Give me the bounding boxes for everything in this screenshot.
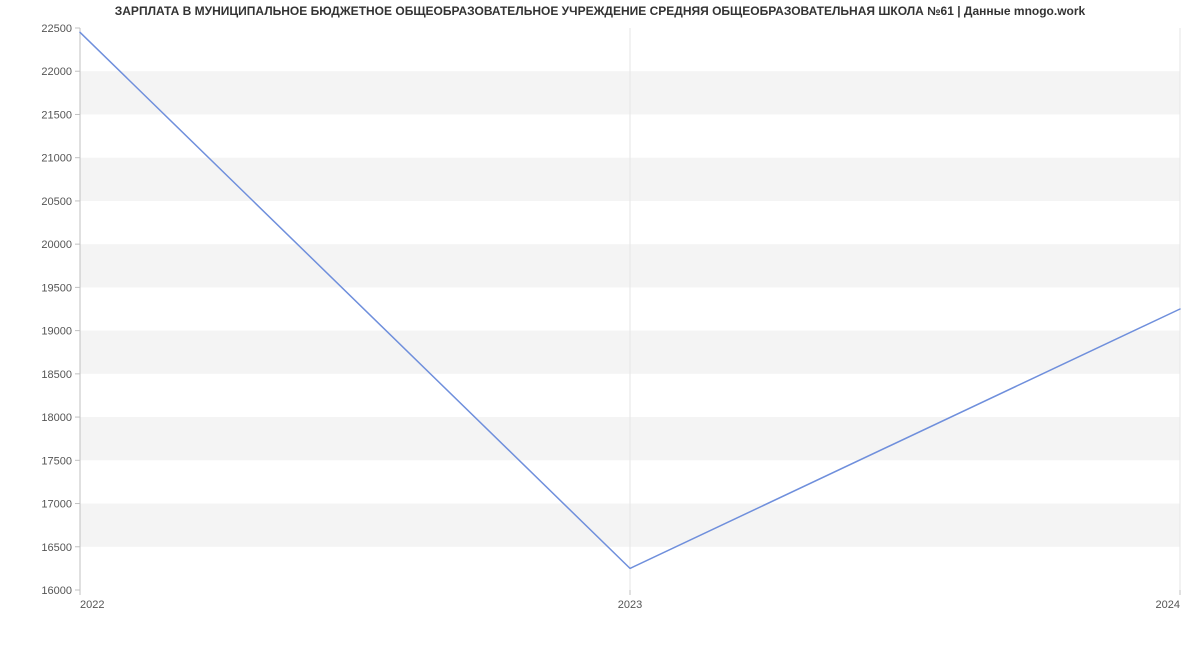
y-tick-label: 19500 [41, 282, 72, 294]
y-tick-label: 22500 [41, 23, 72, 35]
y-tick-label: 20000 [41, 239, 72, 251]
y-tick-label: 22000 [41, 66, 72, 78]
x-tick-label: 2024 [1156, 599, 1180, 611]
chart-svg: 16000 16500 17000 17500 18000 18500 19000 19500… [0, 0, 1200, 650]
y-tick-label: 18000 [41, 412, 72, 424]
y-tick-label: 16500 [41, 542, 72, 554]
x-tick-label: 2023 [618, 599, 642, 611]
y-tick-label: 21000 [41, 153, 72, 165]
y-tick-label: 17500 [41, 455, 72, 467]
y-tick-label: 17000 [41, 499, 72, 511]
y-tick-label: 20500 [41, 196, 72, 208]
y-axis: 16000 16500 17000 17500 18000 18500 19000 19500… [41, 23, 80, 597]
y-tick-label: 21500 [41, 109, 72, 121]
x-tick-label: 2022 [80, 599, 104, 611]
x-axis: 2022 2023 2024 [80, 590, 1180, 611]
y-tick-label: 16000 [41, 585, 72, 597]
chart-container: ЗАРПЛАТА В МУНИЦИПАЛЬНОЕ БЮДЖЕТНОЕ ОБЩЕО… [0, 0, 1200, 650]
y-tick-label: 18500 [41, 369, 72, 381]
y-tick-label: 19000 [41, 326, 72, 338]
